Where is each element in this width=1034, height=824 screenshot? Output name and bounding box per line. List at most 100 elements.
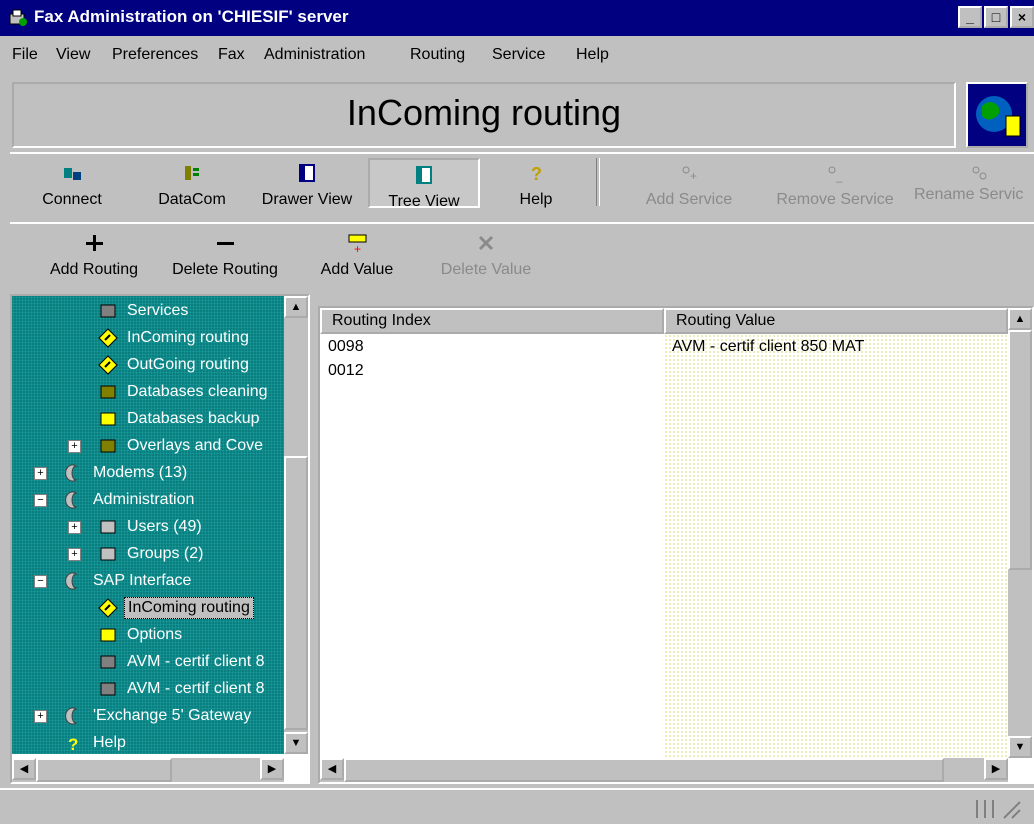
menu-file[interactable]: File <box>12 46 38 64</box>
node-icon <box>65 464 78 482</box>
rename-service-icon <box>972 166 987 180</box>
tree-item[interactable]: SAP Interface <box>64 568 194 594</box>
delete-routing-label: Delete Routing <box>172 261 278 278</box>
tree-item[interactable]: Services <box>98 298 191 324</box>
minus-icon <box>217 242 234 245</box>
help-button[interactable]: ? Help <box>504 158 568 208</box>
menu-preferences[interactable]: Preferences <box>112 46 198 64</box>
tree-item-label: Services <box>127 302 189 319</box>
tree-horizontal-scrollbar[interactable]: ◀ ▶ <box>12 758 284 782</box>
resize-grip-icon[interactable] <box>974 796 1024 820</box>
globe-logo-icon <box>966 82 1028 148</box>
delete-routing-button[interactable]: Delete Routing <box>160 228 290 278</box>
routing-list[interactable]: Routing Index Routing Value 0098 AVM - c… <box>318 306 1034 784</box>
add-routing-button[interactable]: Add Routing <box>34 228 154 278</box>
collapse-icon[interactable]: − <box>34 494 47 507</box>
tree-item[interactable]: Users (49) <box>98 514 205 540</box>
expand-icon[interactable]: + <box>34 467 47 480</box>
node-icon <box>65 572 78 590</box>
expand-icon[interactable]: + <box>34 710 47 723</box>
window-title: Fax Administration on 'CHIESIF' server <box>34 7 349 26</box>
menu-service[interactable]: Service <box>492 46 545 64</box>
tree-item-label: Modems (13) <box>93 464 188 481</box>
fax-app-icon <box>9 9 27 26</box>
tree-item-label: Options <box>127 626 183 643</box>
menu-help[interactable]: Help <box>576 46 609 64</box>
tree-view[interactable]: Services InComing routing OutGoing routing… <box>12 296 284 754</box>
datacom-label: DataCom <box>158 191 226 208</box>
scroll-up-arrow-icon[interactable]: ▲ <box>1008 308 1032 330</box>
tree-panel: Services InComing routing OutGoing routing… <box>10 294 310 784</box>
tree-item[interactable]: AVM - certif client 8 <box>98 676 268 702</box>
connect-icon <box>64 168 81 180</box>
cleaning-icon <box>100 385 116 399</box>
routing-index-cell[interactable]: 0098 <box>328 338 364 356</box>
menu-view[interactable]: View <box>56 46 90 64</box>
list-scroll-thumb[interactable] <box>1008 330 1032 570</box>
tree-item[interactable]: Modems (13) <box>64 460 190 486</box>
tree-item[interactable]: Databases backup <box>98 406 263 432</box>
node-icon <box>65 707 78 725</box>
scroll-up-arrow-icon[interactable]: ▲ <box>284 296 308 318</box>
expand-icon[interactable]: + <box>68 548 81 561</box>
remove-service-button[interactable]: _ Remove Service <box>762 158 908 208</box>
scroll-down-arrow-icon[interactable]: ▼ <box>1008 736 1032 758</box>
tree-item-label: InComing routing <box>124 597 254 619</box>
groups-icon <box>100 547 116 561</box>
add-value-icon: + <box>348 234 367 256</box>
tree-item[interactable]: InComing routing <box>98 595 254 621</box>
minimize-button[interactable]: _ <box>958 6 982 28</box>
menu-administration[interactable]: Administration <box>264 46 365 64</box>
tree-item-label: InComing routing <box>127 329 249 346</box>
tree-hscroll-thumb[interactable] <box>36 758 172 782</box>
tree-item[interactable]: Administration <box>64 487 197 513</box>
routing-value-cell[interactable]: AVM - certif client 850 MAT <box>672 338 864 356</box>
expand-icon[interactable]: + <box>68 521 81 534</box>
maximize-button[interactable]: □ <box>984 6 1008 28</box>
add-service-button[interactable]: + Add Service <box>634 158 744 208</box>
scroll-right-arrow-icon[interactable]: ▶ <box>984 758 1008 780</box>
tree-view-button[interactable]: Tree View <box>368 158 480 210</box>
tree-item[interactable]: Databases cleaning <box>98 379 271 405</box>
tree-item[interactable]: InComing routing <box>98 325 252 351</box>
tree-item[interactable]: Overlays and Cove <box>98 433 266 459</box>
toolbar-separator <box>596 158 600 206</box>
tree-scroll-thumb[interactable] <box>284 456 308 730</box>
routing-index-cell[interactable]: 0012 <box>328 362 364 380</box>
tree-item[interactable]: 'Exchange 5' Gateway <box>64 703 254 729</box>
menu-bar: File View Preferences Fax Administration… <box>0 40 1034 70</box>
tree-vertical-scrollbar[interactable]: ▲ ▼ <box>284 296 308 754</box>
column-header-routing-index[interactable]: Routing Index <box>320 308 664 334</box>
add-value-button[interactable]: + Add Value <box>306 228 408 278</box>
routing-diamond-icon <box>98 328 118 348</box>
tree-item-label: Databases backup <box>127 410 260 427</box>
scroll-right-arrow-icon[interactable]: ▶ <box>260 758 284 780</box>
datacom-button[interactable]: DataCom <box>150 158 234 208</box>
expand-icon[interactable]: + <box>68 440 81 453</box>
drawer-view-button[interactable]: Drawer View <box>256 158 358 208</box>
scroll-left-arrow-icon[interactable]: ◀ <box>12 758 36 780</box>
column-header-routing-value[interactable]: Routing Value <box>664 308 1008 334</box>
routing-value-column <box>664 334 1008 758</box>
tree-view-label: Tree View <box>388 193 460 210</box>
close-button[interactable]: × <box>1010 6 1034 28</box>
title-bar: Fax Administration on 'CHIESIF' server _… <box>0 0 1034 36</box>
tree-item[interactable]: Groups (2) <box>98 541 206 567</box>
collapse-icon[interactable]: − <box>34 575 47 588</box>
drawer-view-label: Drawer View <box>261 191 353 208</box>
connect-button[interactable]: Connect <box>36 158 108 208</box>
menu-fax[interactable]: Fax <box>218 46 245 64</box>
menu-routing[interactable]: Routing <box>410 46 465 64</box>
tree-item[interactable]: AVM - certif client 8 <box>98 649 268 675</box>
services-icon <box>100 304 116 318</box>
tree-item[interactable]: ? Help <box>64 730 129 754</box>
list-horizontal-scrollbar[interactable]: ◀ ▶ <box>320 758 1008 782</box>
list-vertical-scrollbar[interactable]: ▲ ▼ <box>1008 308 1032 758</box>
scroll-down-arrow-icon[interactable]: ▼ <box>284 732 308 754</box>
list-hscroll-thumb[interactable] <box>344 758 944 782</box>
delete-value-button[interactable]: Delete Value <box>426 228 546 278</box>
rename-service-button[interactable]: Rename Servic <box>914 158 1034 208</box>
scroll-left-arrow-icon[interactable]: ◀ <box>320 758 344 780</box>
tree-item[interactable]: Options <box>98 622 185 648</box>
tree-item[interactable]: OutGoing routing <box>98 352 252 378</box>
